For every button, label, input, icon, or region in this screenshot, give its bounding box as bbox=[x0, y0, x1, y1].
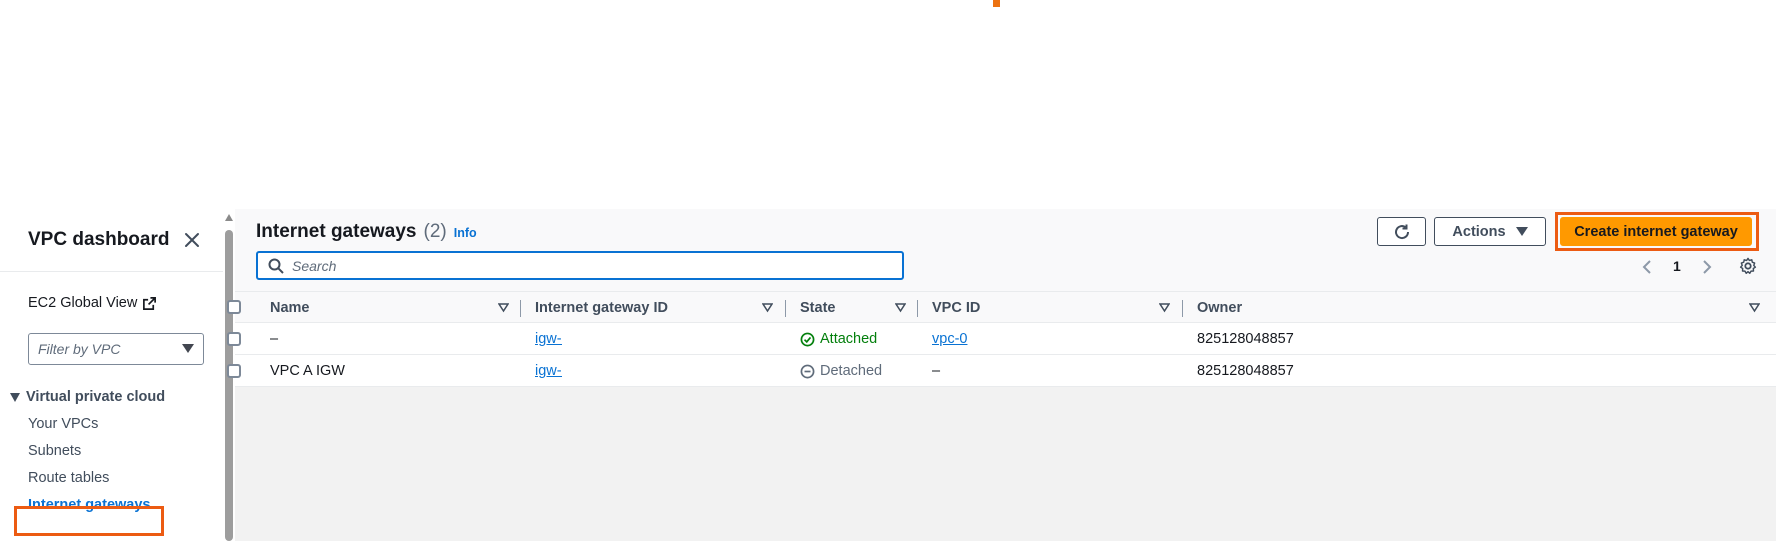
refresh-button[interactable] bbox=[1377, 217, 1426, 246]
sidebar: VPC dashboard EC2 Global View Filter by … bbox=[0, 209, 226, 541]
search-field[interactable] bbox=[256, 251, 904, 280]
section-label: Virtual private cloud bbox=[26, 389, 166, 405]
filter-by-vpc-select[interactable]: Filter by VPC bbox=[28, 333, 204, 365]
chevron-right-icon[interactable] bbox=[1700, 259, 1714, 275]
sidebar-scrollbar-thumb[interactable] bbox=[225, 230, 233, 541]
caret-down-icon bbox=[182, 344, 194, 353]
gear-icon[interactable] bbox=[1739, 257, 1757, 275]
caret-down-icon bbox=[10, 392, 20, 402]
state-badge: Attached bbox=[800, 323, 877, 355]
page-title-text: Internet gateways bbox=[256, 221, 417, 242]
sidebar-item-subnets[interactable]: Subnets bbox=[28, 443, 81, 459]
column-header-vpc-id[interactable]: VPC ID bbox=[932, 292, 980, 323]
redaction-mask bbox=[562, 327, 684, 351]
column-header-owner[interactable]: Owner bbox=[1197, 292, 1242, 323]
page-number[interactable]: 1 bbox=[1673, 258, 1681, 274]
select-all-checkbox[interactable] bbox=[227, 300, 241, 314]
state-label: Attached bbox=[820, 331, 878, 347]
sidebar-item-your-vpcs[interactable]: Your VPCs bbox=[28, 416, 98, 432]
actions-button[interactable]: Actions bbox=[1434, 217, 1546, 246]
highlight-box bbox=[1555, 212, 1759, 251]
cell-owner: 825128048857 bbox=[1197, 363, 1294, 379]
chevron-left-icon[interactable] bbox=[1640, 259, 1654, 275]
ec2-global-view-link[interactable]: EC2 Global View bbox=[28, 295, 157, 311]
cell-name: – bbox=[270, 331, 279, 347]
scroll-up-arrow-icon[interactable] bbox=[225, 214, 233, 221]
column-header-internet-gateway-id[interactable]: Internet gateway ID bbox=[535, 292, 668, 323]
page-title: Internet gateways (2) Info bbox=[256, 221, 477, 243]
caret-down-icon bbox=[1515, 227, 1528, 236]
state-badge: Detached bbox=[800, 355, 882, 387]
highlight-box bbox=[14, 506, 164, 536]
vpc-id-link[interactable]: vpc-0 bbox=[932, 331, 967, 347]
table-header: Name Internet gateway ID State VPC ID Ow… bbox=[227, 291, 1776, 323]
minus-circle-icon bbox=[800, 364, 815, 378]
sort-icon[interactable] bbox=[1749, 302, 1760, 313]
item-count: (2) bbox=[423, 221, 447, 242]
cell-vpc-id: – bbox=[932, 363, 941, 379]
external-link-icon bbox=[142, 296, 157, 311]
row-checkbox[interactable] bbox=[227, 364, 241, 378]
cell-owner: 825128048857 bbox=[1197, 331, 1294, 347]
sort-icon[interactable] bbox=[762, 302, 773, 313]
sidebar-divider bbox=[0, 271, 226, 272]
table-row[interactable]: VPC A IGW igw-( Detached – 825128048857 bbox=[227, 355, 1776, 387]
redaction-mask bbox=[562, 359, 684, 383]
sort-icon[interactable] bbox=[895, 302, 906, 313]
cell-name: VPC A IGW bbox=[270, 363, 345, 379]
refresh-icon bbox=[1394, 224, 1409, 239]
column-header-name[interactable]: Name bbox=[270, 292, 310, 323]
check-circle-icon bbox=[800, 332, 815, 346]
actions-label: Actions bbox=[1452, 223, 1506, 240]
internet-gateways-table-container: Internet gateways (2) Info Actions Creat… bbox=[227, 209, 1776, 387]
column-header-state[interactable]: State bbox=[800, 292, 835, 323]
column-divider[interactable] bbox=[520, 300, 521, 317]
close-icon[interactable] bbox=[180, 228, 204, 252]
sort-icon[interactable] bbox=[498, 302, 509, 313]
state-label: Detached bbox=[820, 363, 883, 379]
sort-icon[interactable] bbox=[1159, 302, 1170, 313]
filter-placeholder: Filter by VPC bbox=[38, 341, 121, 357]
table-row[interactable]: – igw-( Attached vpc-0 825128048857 bbox=[227, 323, 1776, 355]
column-divider[interactable] bbox=[785, 300, 786, 317]
info-link[interactable]: Info bbox=[454, 226, 477, 240]
section-virtual-private-cloud[interactable]: Virtual private cloud bbox=[10, 389, 165, 405]
search-icon bbox=[268, 258, 284, 274]
column-divider[interactable] bbox=[917, 300, 918, 317]
main-panel: Internet gateways (2) Info Actions Creat… bbox=[227, 209, 1776, 541]
search-input[interactable] bbox=[292, 257, 872, 274]
ec2-global-view-label: EC2 Global View bbox=[28, 295, 138, 311]
column-divider[interactable] bbox=[1182, 300, 1183, 317]
sidebar-title: VPC dashboard bbox=[28, 229, 170, 250]
sidebar-item-route-tables[interactable]: Route tables bbox=[28, 470, 109, 486]
row-checkbox[interactable] bbox=[227, 332, 241, 346]
top-marker bbox=[993, 0, 1000, 7]
